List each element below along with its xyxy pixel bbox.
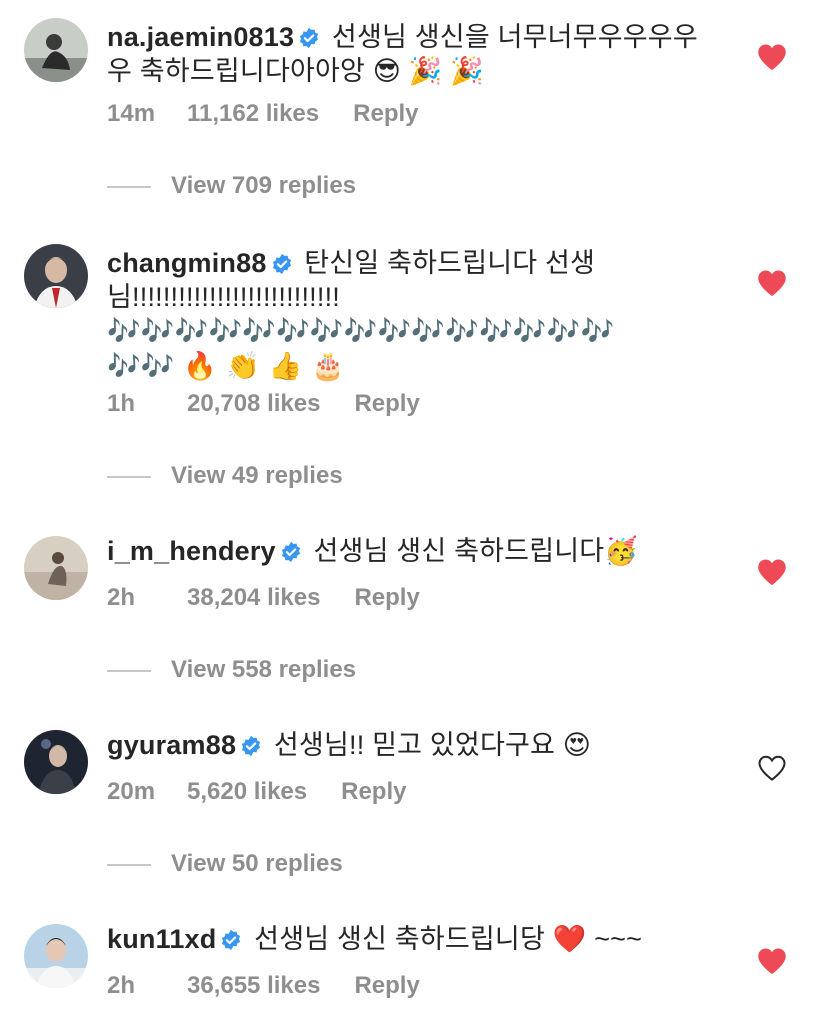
liked-heart-icon[interactable] [757,558,787,586]
username[interactable]: changmin88 [107,248,267,278]
username[interactable]: na.jaemin0813 [107,22,294,52]
reply-button[interactable]: Reply [354,972,419,1000]
comment-body: 우 축하드립니다아아앙 😎 🎉 🎉 [107,56,485,86]
comment-text: gyuram88 선생님!! 믿고 있었다구요 😍 [107,728,717,762]
comment-meta: 14m 11,162 likes Reply [107,100,419,128]
like-count[interactable]: 11,162 likes [187,100,319,128]
like-count[interactable]: 20,708 likes [187,390,320,418]
username[interactable]: gyuram88 [107,730,236,760]
verified-badge-icon [298,27,320,49]
comment-meta: 20m 5,620 likes Reply [107,778,406,806]
timestamp: 2h [107,584,136,611]
view-replies-label: View 49 replies [171,462,343,489]
comment-body: 님!!!!!!!!!!!!!!!!!!!!!!!!!!! [107,282,340,312]
verified-badge-icon [271,253,293,275]
comment-body: 🎶🎶🎶🎶🎶🎶🎶🎶🎶🎶🎶🎶🎶🎶🎶 [107,316,615,347]
avatar[interactable] [24,536,88,600]
verified-badge-icon [220,929,242,951]
avatar[interactable] [24,730,88,794]
view-replies-button[interactable]: View 49 replies [107,462,343,490]
verified-badge-icon [240,735,262,757]
liked-heart-icon[interactable] [757,947,787,975]
comment-text: na.jaemin0813 선생님 생신을 너무너무우우우우 우 축하드립니다아… [107,20,717,88]
divider [107,669,151,672]
like-count[interactable]: 5,620 likes [187,778,307,806]
timestamp: 1h [107,390,136,417]
comment-text: changmin88 탄신일 축하드립니다 선생 님!!!!!!!!!!!!!!… [107,246,717,384]
comment-body: 선생님!! 믿고 있었다구요 😍 [273,730,592,760]
divider [107,185,151,188]
view-replies-button[interactable]: View 558 replies [107,656,356,684]
comment-text: i_m_hendery 선생님 생신 축하드립니다🥳 [107,534,717,568]
username[interactable]: kun11xd [107,924,216,954]
divider [107,475,151,478]
liked-heart-icon[interactable] [757,43,787,71]
reply-button[interactable]: Reply [354,584,419,612]
like-count[interactable]: 36,655 likes [187,972,320,1000]
reply-button[interactable]: Reply [354,390,419,418]
view-replies-label: View 558 replies [171,656,357,683]
comment-body: 선생님 생신을 너무너무우우우우 [331,22,698,52]
avatar[interactable] [24,18,88,82]
heart-outline-icon[interactable] [757,754,787,782]
like-count[interactable]: 38,204 likes [187,584,320,612]
verified-badge-icon [280,541,302,563]
comment-body: 선생님 생신 축하드립니다🥳 [313,536,639,566]
liked-heart-icon[interactable] [757,269,787,297]
timestamp: 14m [107,100,156,127]
comment-body: 🎶🎶 🔥 👏 👍 🎂 [107,351,346,382]
avatar[interactable] [24,924,88,988]
avatar[interactable] [24,244,88,308]
divider [107,863,151,866]
timestamp: 2h [107,972,136,999]
view-replies-button[interactable]: View 709 replies [107,172,356,200]
comment-body: 탄신일 축하드립니다 선생 [304,248,596,278]
username[interactable]: i_m_hendery [107,536,276,566]
timestamp: 20m [107,778,156,805]
reply-button[interactable]: Reply [341,778,406,806]
comment-meta: 2h 36,655 likes Reply [107,972,420,1000]
comment-meta: 1h 20,708 likes Reply [107,390,420,418]
view-replies-label: View 709 replies [171,172,357,199]
comment-text: kun11xd 선생님 생신 축하드립니당 ❤️ ~~~ [107,922,717,956]
comment-meta: 2h 38,204 likes Reply [107,584,420,612]
comment-body: 선생님 생신 축하드립니당 ❤️ ~~~ [254,924,643,954]
reply-button[interactable]: Reply [353,100,418,128]
view-replies-button[interactable]: View 50 replies [107,850,343,878]
view-replies-label: View 50 replies [171,850,343,877]
